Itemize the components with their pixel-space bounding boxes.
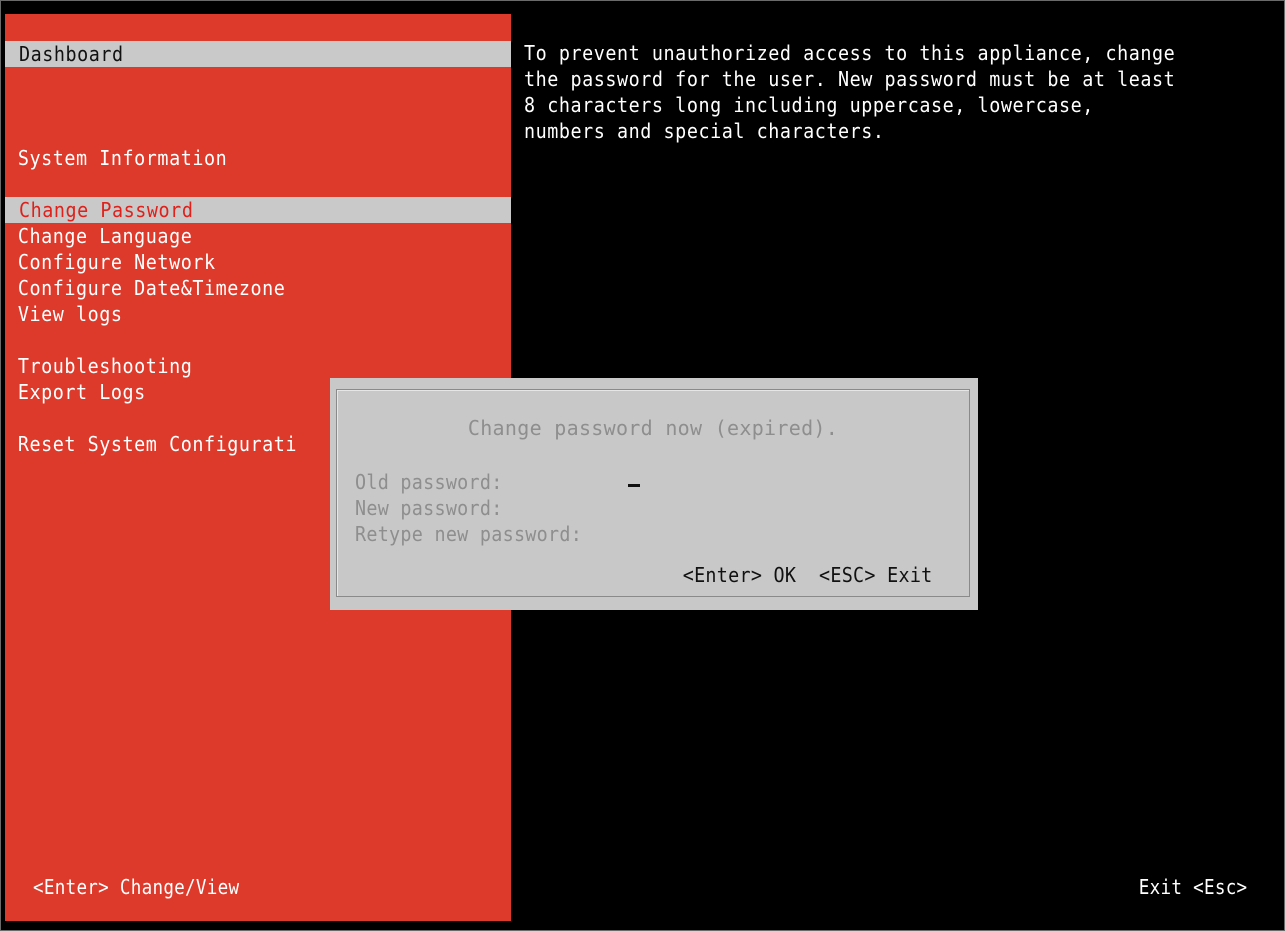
retype-password-label: Retype new password: — [355, 522, 583, 546]
dialog-border: Change password now (expired). Old passw… — [336, 389, 970, 597]
new-password-label: New password: — [355, 496, 503, 520]
menu-item-configure-date-timezone[interactable]: Configure Date&Timezone — [5, 275, 471, 301]
menu-item-configure-network[interactable]: Configure Network — [5, 249, 471, 275]
footer-exit-hint[interactable]: Exit <Esc> — [1138, 874, 1247, 900]
dialog-actions: <Enter> OK <ESC> Exit — [683, 562, 933, 588]
old-password-input-cursor[interactable] — [628, 484, 640, 487]
menu-item-troubleshooting[interactable]: Troubleshooting — [5, 353, 471, 379]
change-password-dialog: Change password now (expired). Old passw… — [330, 378, 978, 610]
footer-hint-change-view: <Enter> Change/View — [33, 875, 240, 899]
menu-item-dashboard[interactable]: Dashboard — [5, 41, 511, 67]
info-description: To prevent unauthorized access to this a… — [524, 41, 1176, 143]
menu-item-label: Change Password — [19, 198, 194, 222]
exit-button[interactable]: <ESC> Exit — [819, 563, 933, 587]
dialog-title: Change password now (expired). — [467, 416, 839, 440]
old-password-label: Old password: — [355, 470, 503, 494]
menu-item-change-password[interactable]: Change Password — [5, 197, 511, 223]
menu-item-change-language[interactable]: Change Language — [5, 223, 471, 249]
menu-item-view-logs[interactable]: View logs — [5, 301, 471, 327]
menu-item-label: Dashboard — [19, 42, 124, 66]
menu-item-system-information[interactable]: System Information — [5, 145, 471, 171]
ok-button[interactable]: <Enter> OK — [683, 563, 797, 587]
